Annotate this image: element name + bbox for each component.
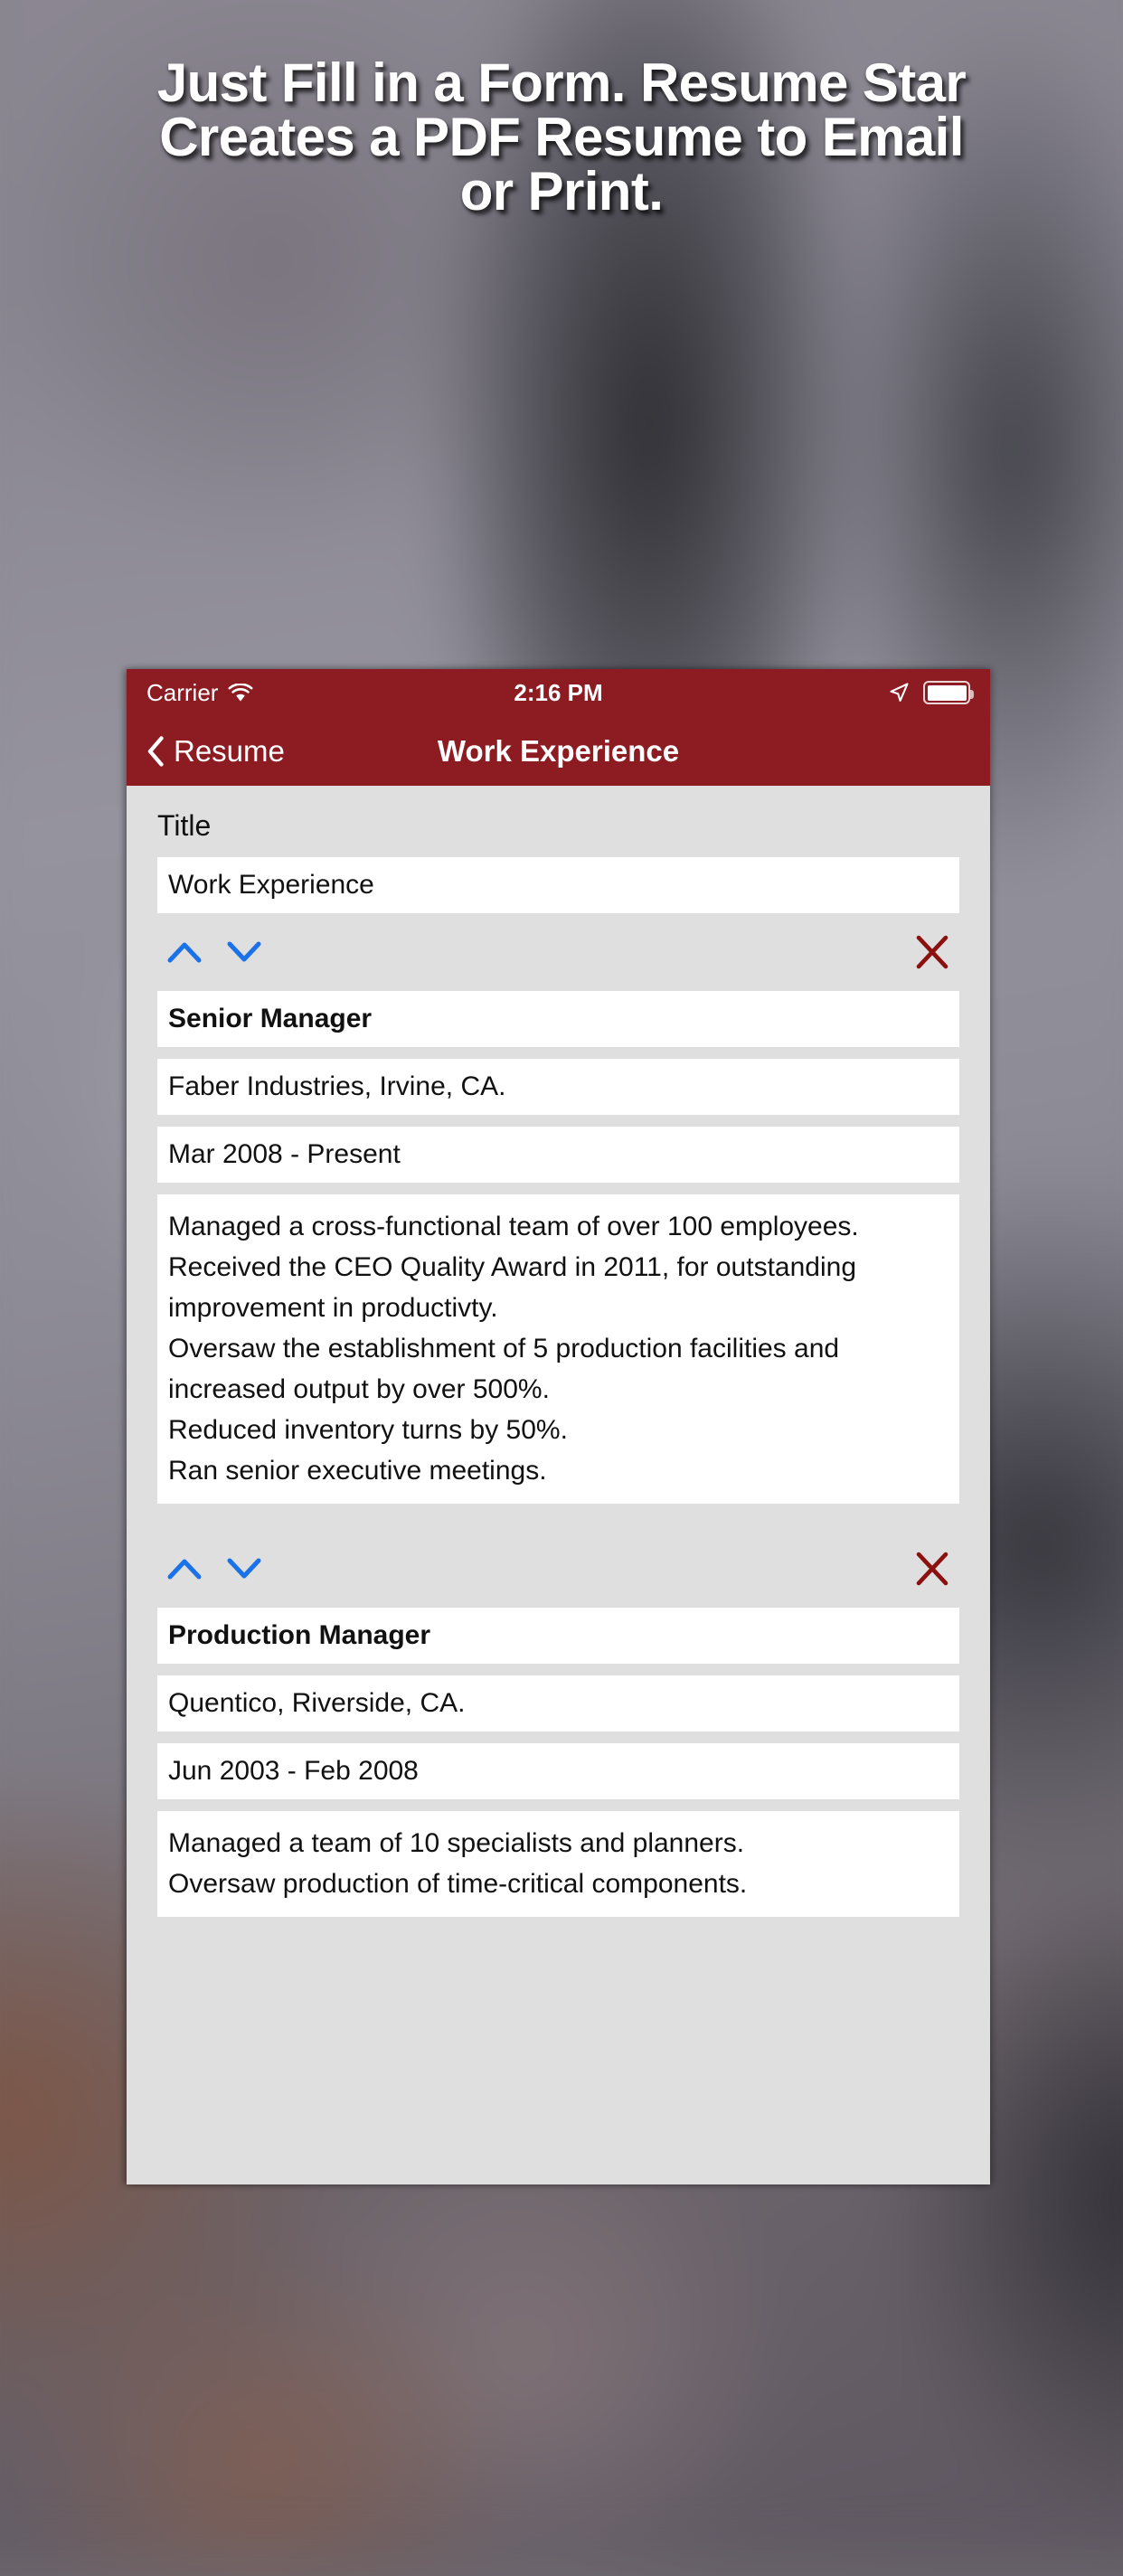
entry-spacer bbox=[157, 1515, 959, 1530]
entry-position-input[interactable]: Production Manager bbox=[157, 1608, 959, 1664]
section-title-input[interactable]: Work Experience bbox=[157, 857, 959, 913]
reorder-arrows bbox=[165, 939, 264, 966]
entry-description-textarea[interactable]: Managed a cross-functional team of over … bbox=[157, 1194, 959, 1504]
chevron-up-icon[interactable] bbox=[165, 1555, 204, 1582]
promo-headline: Just Fill in a Form. Resume Star Creates… bbox=[156, 52, 967, 222]
chevron-down-icon[interactable] bbox=[224, 1555, 264, 1582]
status-bar-right bbox=[887, 681, 974, 704]
status-bar: Carrier 2:16 PM bbox=[127, 669, 990, 716]
back-button[interactable]: Resume bbox=[146, 734, 285, 769]
entry-controls-row bbox=[157, 913, 959, 991]
back-button-label: Resume bbox=[174, 733, 285, 768]
carrier-label: Carrier bbox=[146, 678, 219, 706]
delete-entry-button[interactable] bbox=[911, 930, 954, 974]
chevron-up-icon[interactable] bbox=[165, 939, 204, 966]
wifi-icon bbox=[228, 683, 253, 702]
entry-position-input[interactable]: Senior Manager bbox=[157, 991, 959, 1047]
battery-full-icon bbox=[923, 681, 974, 704]
entry-company-input[interactable]: Faber Industries, Irvine, CA. bbox=[157, 1059, 959, 1115]
status-bar-time: 2:16 PM bbox=[514, 678, 603, 706]
delete-entry-button[interactable] bbox=[911, 1547, 954, 1590]
navigation-bar: Resume Work Experience bbox=[127, 716, 990, 786]
status-bar-left: Carrier bbox=[146, 679, 253, 707]
title-field-label: Title bbox=[157, 809, 212, 842]
location-arrow-icon bbox=[890, 683, 909, 703]
entry-dates-input[interactable]: Jun 2003 - Feb 2008 bbox=[157, 1743, 959, 1799]
chevron-down-icon[interactable] bbox=[224, 939, 264, 966]
form-scroll-area[interactable]: Title Work Experience Senior Manager Fab… bbox=[127, 786, 990, 2184]
entry-dates-input[interactable]: Mar 2008 - Present bbox=[157, 1127, 959, 1183]
entry-controls-row bbox=[157, 1530, 959, 1608]
entry-description-textarea[interactable]: Managed a team of 10 specialists and pla… bbox=[157, 1811, 959, 1917]
reorder-arrows bbox=[165, 1555, 264, 1582]
entry-company-input[interactable]: Quentico, Riverside, CA. bbox=[157, 1675, 959, 1731]
phone-screen: Carrier 2:16 PM Resume Work Experience T… bbox=[127, 669, 990, 2184]
chevron-left-icon bbox=[147, 735, 164, 767]
